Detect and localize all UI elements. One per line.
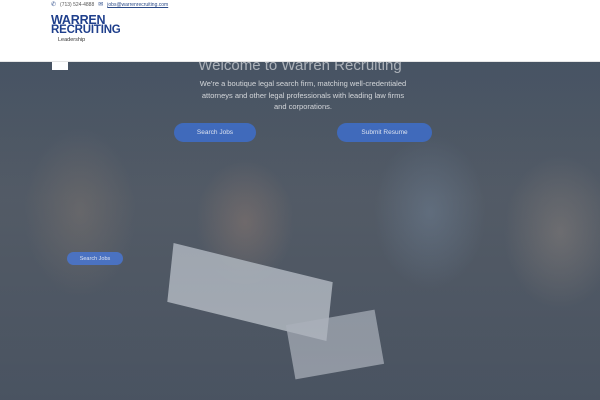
sidebar-search-jobs-button[interactable]: Search Jobs bbox=[67, 252, 123, 265]
logo[interactable]: WARREN RECRUITING Leadership bbox=[51, 14, 121, 43]
submit-resume-button[interactable]: Submit Resume bbox=[337, 123, 432, 142]
hero-subtitle: We're a boutique legal search firm, matc… bbox=[199, 79, 407, 111]
logo-line-2: RECRUITING bbox=[51, 24, 121, 36]
ghost-nav-menu bbox=[50, 62, 130, 232]
logo-tagline: Leadership bbox=[58, 37, 86, 43]
phone-icon: ✆ bbox=[51, 2, 57, 8]
hero-title: Welcome to Warren Recruiting bbox=[198, 62, 402, 74]
search-jobs-button[interactable]: Search Jobs bbox=[174, 123, 256, 142]
contact-email[interactable]: jobs@warrenrecruiting.com bbox=[107, 2, 168, 8]
site-header: WARREN RECRUITING Leadership bbox=[0, 10, 600, 62]
hero-section: Welcome to Warren Recruiting We're a bou… bbox=[0, 62, 600, 400]
contact-phone[interactable]: (713) 524-4888 bbox=[60, 2, 94, 8]
mail-icon: ✉ bbox=[98, 2, 104, 8]
contact-bar: ✆ (713) 524-4888 ✉ jobs@warrenrecruiting… bbox=[0, 0, 600, 10]
